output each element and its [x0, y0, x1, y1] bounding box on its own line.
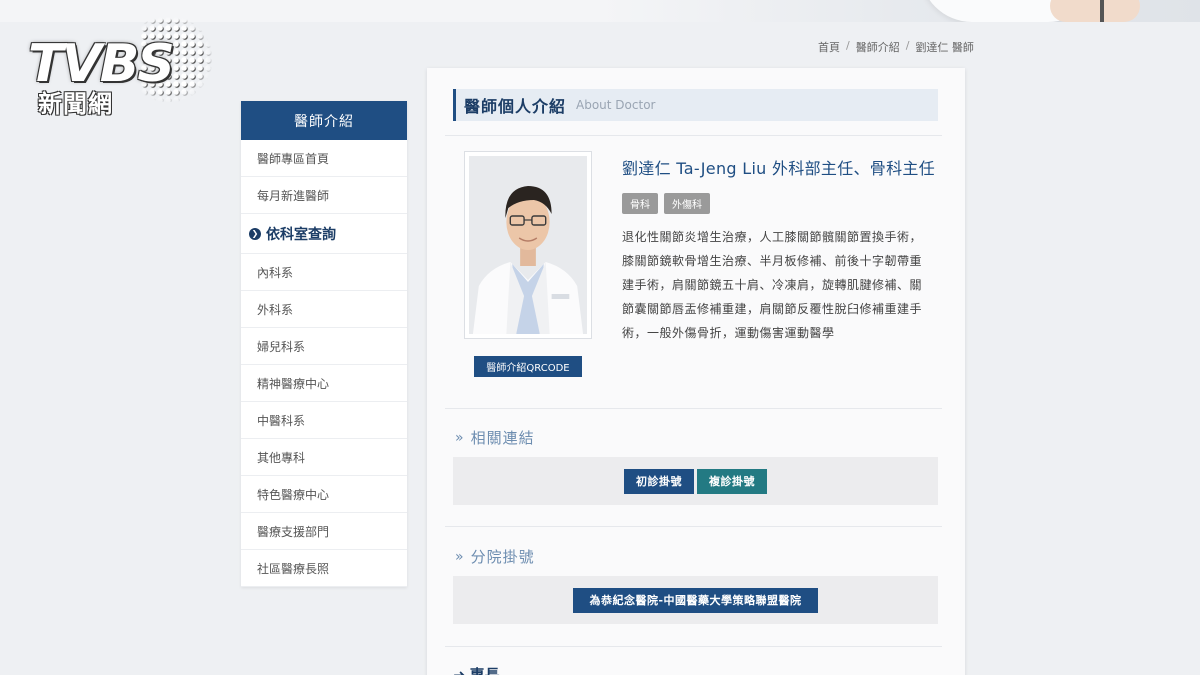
sidebar-item-label: 社區醫療長照: [257, 561, 330, 576]
sidebar-item-label: 中醫科系: [257, 413, 306, 428]
doctor-qrcode-button[interactable]: 醫師介紹QRCODE: [474, 356, 582, 377]
specialty-heading: ➜ 專長: [453, 664, 500, 675]
sidebar-item-doctor-home[interactable]: 醫師專區首頁: [241, 140, 407, 177]
doctor-bio: 退化性關節炎增生治療，人工膝關節髖關節置換手術，膝關節鏡軟骨增生治療、半月板修補…: [622, 230, 923, 340]
breadcrumb-current: 劉達仁 醫師: [915, 41, 974, 54]
sidebar-section-label: 依科室查詢: [266, 226, 336, 243]
sidebar-item-community-longterm-care[interactable]: 社區醫療長照: [241, 550, 407, 587]
sidebar-item-label: 婦兒科系: [257, 339, 306, 354]
sidebar-item-new-doctors[interactable]: 每月新進醫師: [241, 177, 407, 214]
tag-orthopedics[interactable]: 骨科: [622, 193, 658, 214]
related-links-title: 相關連結: [470, 429, 535, 447]
sidebar-item-label: 每月新進醫師: [257, 188, 330, 203]
breadcrumb-home[interactable]: 首頁: [818, 39, 840, 55]
doctor-portrait-image: [469, 156, 587, 334]
branch-registration-title: 分院掛號: [470, 548, 535, 566]
doctor-name-title: 劉達仁 Ta-Jeng Liu 外科部主任、骨科主任: [622, 159, 936, 178]
sidebar: 醫師介紹 醫師專區首頁 每月新進醫師 ❯ 依科室查詢 內科系 外科系 婦兒科系 …: [241, 101, 407, 587]
specialty-tags: 骨科 外傷科: [622, 193, 710, 214]
double-chevron-right-icon: »: [455, 548, 465, 565]
breadcrumb-separator: /: [905, 39, 910, 52]
banner-doctor-arm: [1050, 0, 1140, 22]
sidebar-section-by-department[interactable]: ❯ 依科室查詢: [241, 214, 407, 254]
breadcrumb-separator: /: [846, 39, 850, 52]
sidebar-item-label: 其他專科: [257, 450, 306, 465]
tag-trauma[interactable]: 外傷科: [664, 193, 710, 214]
chevron-right-circle-icon: ❯: [249, 227, 261, 240]
logo-subtitle: 新聞網: [38, 90, 113, 118]
breadcrumb: 首頁 / 醫師介紹 / 劉達仁 醫師: [818, 39, 974, 55]
double-chevron-right-icon: »: [455, 429, 465, 446]
related-links-heading: » 相關連結: [455, 427, 535, 448]
section-title-about-doctor: 醫師個人介紹 About Doctor: [453, 89, 938, 121]
divider: [445, 646, 942, 647]
sidebar-title: 醫師介紹: [241, 101, 407, 140]
doctor-photo: [469, 156, 587, 334]
tvbs-logo: TVBS 新聞網: [28, 14, 213, 118]
banner-stethoscope: [1100, 0, 1104, 22]
sidebar-item-obgyn-pediatrics[interactable]: 婦兒科系: [241, 328, 407, 365]
sidebar-item-surgery[interactable]: 外科系: [241, 291, 407, 328]
section-title-en: About Doctor: [576, 98, 656, 112]
first-visit-registration-button[interactable]: 初診掛號: [624, 468, 694, 494]
branch-hospital-button[interactable]: 為恭紀念醫院-中國醫藥大學策略聯盟醫院: [573, 587, 818, 613]
sidebar-item-label: 醫療支援部門: [257, 524, 330, 539]
sidebar-item-label: 外科系: [257, 302, 294, 317]
divider: [445, 408, 942, 409]
branch-registration-panel: 為恭紀念醫院-中國醫藥大學策略聯盟醫院: [453, 576, 938, 624]
main-content: 醫師個人介紹 About Doctor 醫師介紹QRCODE 劉達仁 Ta-Je…: [427, 68, 965, 675]
divider: [445, 526, 942, 527]
sidebar-item-internal-medicine[interactable]: 內科系: [241, 254, 407, 291]
sidebar-item-label: 精神醫療中心: [257, 376, 330, 391]
related-links-panel: 初診掛號 複診掛號: [453, 457, 938, 505]
arrow-right-icon: ➜: [453, 665, 466, 675]
sidebar-item-label: 特色醫療中心: [257, 487, 330, 502]
divider: [445, 135, 942, 136]
sidebar-item-support-departments[interactable]: 醫療支援部門: [241, 513, 407, 550]
sidebar-item-special-centers[interactable]: 特色醫療中心: [241, 476, 407, 513]
return-visit-registration-button[interactable]: 複診掛號: [697, 468, 767, 494]
sidebar-item-label: 內科系: [257, 265, 294, 280]
sidebar-item-psychiatry[interactable]: 精神醫療中心: [241, 365, 407, 402]
section-title-zh: 醫師個人介紹: [464, 97, 567, 116]
sidebar-item-other-specialties[interactable]: 其他專科: [241, 439, 407, 476]
branch-registration-heading: » 分院掛號: [455, 546, 535, 567]
breadcrumb-doctors[interactable]: 醫師介紹: [856, 39, 900, 55]
sidebar-item-chinese-medicine[interactable]: 中醫科系: [241, 402, 407, 439]
specialty-heading-title: 專長: [469, 666, 500, 675]
sidebar-item-label: 醫師專區首頁: [257, 151, 330, 166]
doctor-photo-frame: [464, 151, 592, 339]
